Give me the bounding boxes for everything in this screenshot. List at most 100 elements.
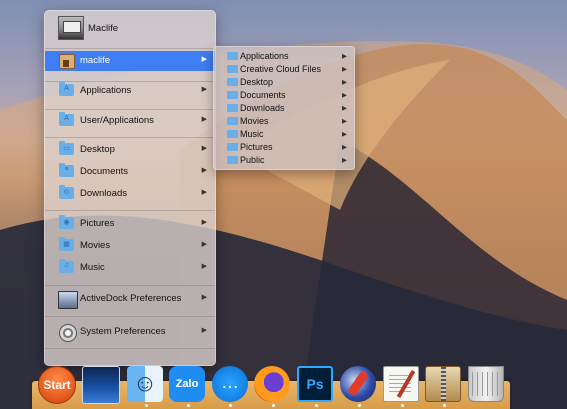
submenu-item-movies[interactable]: Movies ▶ (214, 115, 354, 128)
start-button[interactable]: Start (38, 366, 76, 404)
chevron-right-icon: ▶ (342, 105, 347, 112)
menu-separator (45, 48, 215, 49)
submenu-item-label: Pictures (240, 142, 273, 152)
submenu-item-desktop[interactable]: Desktop ▶ (214, 76, 354, 89)
movies-folder-icon: ▦ (59, 237, 74, 251)
home-folder-icon (59, 54, 75, 69)
running-indicator-dot (401, 404, 404, 407)
submenu-item-label: Public (240, 155, 265, 165)
menu-item-label: Applications (80, 85, 132, 96)
menu-item-label: maclife (80, 55, 111, 66)
chevron-right-icon: ▶ (342, 92, 347, 99)
running-indicator-dot (272, 404, 275, 407)
folder-icon (227, 143, 238, 151)
running-indicator-dot (229, 404, 232, 407)
photoshop-icon[interactable]: Ps (297, 366, 333, 402)
folder-icon (227, 65, 238, 73)
chevron-right-icon: ▶ (201, 86, 207, 93)
menu-separator (45, 285, 215, 286)
menu-item-applications[interactable]: A Applications ▶ (45, 81, 215, 101)
chevron-right-icon: ▶ (342, 79, 347, 86)
applications-folder-icon: A (59, 112, 74, 126)
menu-item-label: Music (80, 262, 105, 273)
running-indicator-dot (315, 404, 318, 407)
trash-icon[interactable] (468, 366, 504, 402)
submenu-item-pictures[interactable]: Pictures ▶ (214, 141, 354, 154)
menu-item-movies[interactable]: ▦ Movies ▶ (45, 236, 215, 256)
menu-separator (45, 137, 215, 138)
applications-folder-icon: A (59, 82, 74, 96)
firefox-icon[interactable] (254, 366, 290, 402)
menu-item-label: System Preferences (80, 326, 166, 337)
menu-item-label: Movies (80, 240, 111, 251)
menu-item-label: Downloads (80, 188, 127, 199)
submenu-item-label: Desktop (240, 77, 274, 87)
folder-icon (227, 130, 238, 138)
menu-item-pictures[interactable]: ◉ Pictures ▶ (45, 214, 215, 234)
user-avatar (58, 16, 84, 40)
finder-icon[interactable] (127, 366, 163, 402)
menu-item-system-preferences[interactable]: System Preferences ▶ (45, 322, 215, 342)
folder-icon (227, 156, 238, 164)
desktop-app-icon[interactable] (82, 366, 120, 404)
submenu-item-downloads[interactable]: Downloads ▶ (214, 102, 354, 115)
submenu-item-label: Documents (240, 90, 286, 100)
chevron-right-icon: ▶ (342, 66, 347, 73)
menu-separator (45, 316, 215, 317)
menu-item-label: Pictures (80, 218, 115, 229)
rocket-app-icon[interactable] (340, 366, 376, 402)
chevron-right-icon: ▶ (342, 144, 347, 151)
pictures-folder-icon: ◉ (59, 215, 74, 229)
messenger-icon[interactable]: … (212, 366, 248, 402)
chevron-right-icon: ▶ (201, 116, 207, 123)
menu-separator (45, 109, 215, 110)
documents-folder-icon: ≡ (59, 163, 74, 177)
submenu-item-label: Creative Cloud Files (240, 64, 322, 74)
menu-item-label: Documents (80, 166, 129, 177)
music-folder-icon: ♫ (59, 259, 74, 273)
zalo-icon[interactable]: Zalo (169, 366, 205, 402)
chevron-right-icon: ▶ (201, 263, 207, 270)
running-indicator-dot (187, 404, 190, 407)
submenu-item-documents[interactable]: Documents ▶ (214, 89, 354, 102)
submenu-item-applications[interactable]: Applications ▶ (214, 50, 354, 63)
menu-item-desktop[interactable]: ▭ Desktop ▶ (45, 140, 215, 160)
activedock-preferences-icon (58, 291, 78, 309)
submenu-item-creative-cloud-files[interactable]: Creative Cloud Files ▶ (214, 63, 354, 76)
menu-item-user-applications[interactable]: A User/Applications ▶ (45, 111, 215, 131)
chevron-right-icon: ▶ (201, 294, 207, 301)
menu-item-label: ActiveDock Preferences (80, 293, 182, 304)
downloads-folder-icon: ⊙ (59, 185, 74, 199)
running-indicator-dot (145, 404, 148, 407)
chevron-right-icon: ▶ (201, 56, 207, 63)
chevron-right-icon: ▶ (201, 167, 207, 174)
menu-user-header[interactable]: Maclife (45, 11, 215, 45)
submenu-item-label: Applications (240, 51, 289, 61)
chevron-right-icon: ▶ (201, 241, 207, 248)
menu-item-music[interactable]: ♫ Music ▶ (45, 258, 215, 278)
desktop: Maclife maclife ▶ A Applications ▶ A Use… (0, 0, 567, 409)
running-indicator-dot (358, 404, 361, 407)
chevron-right-icon: ▶ (342, 53, 347, 60)
menu-separator (45, 210, 215, 211)
folder-icon (227, 104, 238, 112)
menu-item-label: Desktop (80, 144, 115, 155)
chevron-right-icon: ▶ (201, 219, 207, 226)
folder-icon (227, 91, 238, 99)
desktop-folder-icon: ▭ (59, 141, 74, 155)
chevron-right-icon: ▶ (342, 131, 347, 138)
folder-icon (227, 52, 238, 60)
chevron-right-icon: ▶ (342, 118, 347, 125)
folder-icon (227, 78, 238, 86)
submenu-item-label: Movies (240, 116, 269, 126)
menu-item-home[interactable]: maclife ▶ (45, 51, 215, 71)
chevron-right-icon: ▶ (201, 327, 207, 334)
menu-item-downloads[interactable]: ⊙ Downloads ▶ (45, 184, 215, 204)
menu-item-documents[interactable]: ≡ Documents ▶ (45, 162, 215, 182)
archive-utility-icon[interactable] (425, 366, 461, 402)
text-editor-icon[interactable] (383, 366, 419, 402)
submenu-item-public[interactable]: Public ▶ (214, 154, 354, 167)
menu-item-activedock-preferences[interactable]: ActiveDock Preferences ▶ (45, 289, 215, 309)
submenu-item-music[interactable]: Music ▶ (214, 128, 354, 141)
folder-icon (227, 117, 238, 125)
